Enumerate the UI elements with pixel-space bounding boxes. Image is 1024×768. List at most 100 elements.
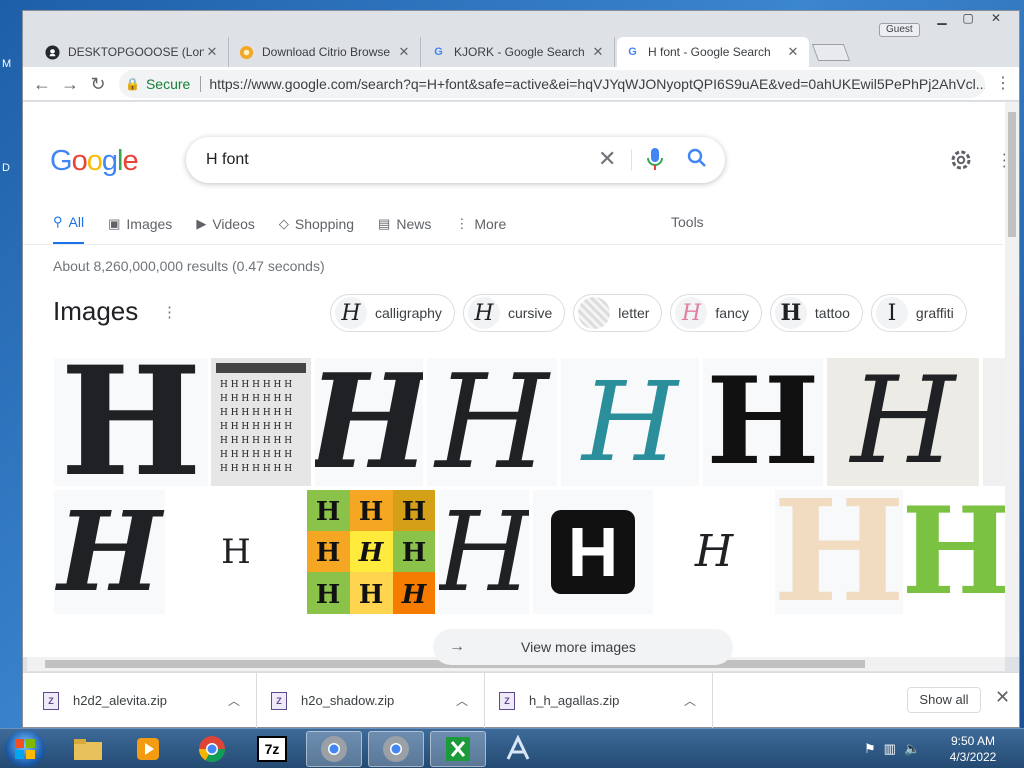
volume-icon[interactable]: 🔈	[904, 741, 920, 757]
address-bar[interactable]: 🔒 Secure https://www.google.com/search?q…	[119, 70, 985, 98]
tab-more[interactable]: ⋮ More	[455, 214, 506, 245]
chip-letter[interactable]: letter	[573, 294, 663, 332]
7zip-taskbar-button[interactable]: 7z	[244, 731, 300, 767]
url-text[interactable]: https://www.google.com/search?q=H+font&s…	[209, 76, 985, 92]
result-stats: About 8,260,000,000 results (0.47 second…	[53, 258, 325, 274]
google-logo[interactable]: Google	[50, 145, 139, 178]
folder-icon	[74, 739, 102, 760]
clock-date: 4/3/2022	[949, 750, 997, 764]
search-box[interactable]: H font ✕	[186, 137, 725, 183]
minimize-icon[interactable]: ▁	[929, 11, 955, 31]
image-result[interactable]: H	[427, 358, 557, 486]
mic-icon[interactable]	[646, 147, 664, 174]
download-item[interactable]: Z h_h_agallas.zip ︿	[499, 673, 713, 728]
chevron-up-icon[interactable]: ︿	[684, 692, 696, 709]
tab-close-icon[interactable]: ✕	[785, 44, 801, 60]
chip-thumbnail: I	[875, 297, 908, 329]
chip-fancy[interactable]: Hfancy	[670, 294, 762, 332]
tab-all[interactable]: ⚲ All	[53, 214, 85, 245]
tab-shopping[interactable]: ◇ Shopping	[279, 214, 354, 245]
media-player-taskbar-button[interactable]	[120, 731, 176, 767]
image-result[interactable]: H	[907, 490, 1005, 614]
tab-label: All	[68, 214, 85, 230]
search-input[interactable]: H font	[206, 151, 249, 169]
image-result[interactable]: H	[169, 490, 303, 614]
clear-icon[interactable]: ✕	[598, 146, 616, 172]
svg-text:H: H	[359, 497, 384, 527]
tab-citrio[interactable]: Download Citrio Browse ✕	[231, 37, 421, 67]
tab-news[interactable]: ▤ News	[378, 214, 431, 245]
chip-graffiti[interactable]: Igraffiti	[870, 294, 967, 332]
video-icon: ▶	[196, 215, 207, 231]
image-result[interactable]: H H H H H H H H H H H H H H H H H H H H H…	[211, 358, 311, 486]
tab-title: DESKTOPGOOOSE (Long	[68, 45, 204, 59]
image-result[interactable]: H	[533, 490, 653, 614]
browser-taskbar-button[interactable]	[306, 731, 362, 767]
tab-images[interactable]: ▣ Images	[108, 214, 172, 245]
image-result[interactable]: H	[703, 358, 823, 486]
image-result[interactable]: H	[439, 490, 529, 614]
desktop-fragment: M	[2, 58, 12, 70]
explorer-taskbar-button[interactable]	[60, 731, 116, 767]
tab-videos[interactable]: ▶ Videos	[196, 214, 255, 245]
show-all-button[interactable]: Show all	[907, 687, 981, 713]
search-icon[interactable]	[686, 147, 708, 172]
tab-title: H font - Google Search	[648, 45, 771, 59]
zip-file-icon: Z	[43, 691, 59, 710]
tab-label: Shopping	[294, 215, 355, 232]
browser-menu-icon[interactable]: ⋮	[995, 73, 1011, 93]
chip-tattoo[interactable]: Htattoo	[769, 294, 863, 332]
font-app-icon	[506, 735, 530, 760]
image-result[interactable]	[983, 358, 1005, 486]
vertical-scrollbar[interactable]	[1005, 102, 1019, 657]
action-center-icon[interactable]: ⚑	[864, 741, 876, 757]
image-result[interactable]: H	[827, 358, 979, 486]
image-result[interactable]: H	[775, 490, 903, 614]
download-shelf: Z h2d2_alevita.zip ︿ Z h2o_shadow.zip ︿ …	[23, 672, 1019, 728]
close-icon[interactable]: ✕	[995, 687, 1010, 708]
chip-calligraphy[interactable]: Hcalligraphy	[330, 294, 455, 332]
tab-kjork[interactable]: G KJORK - Google Search ✕	[423, 37, 615, 67]
tab-h-font[interactable]: G H font - Google Search ✕	[617, 37, 809, 67]
image-result[interactable]: H	[54, 490, 165, 614]
tab-close-icon[interactable]: ✕	[396, 44, 412, 60]
tab-desktopgoose[interactable]: DESKTOPGOOOSE (Long ✕	[37, 37, 229, 67]
image-result[interactable]: H	[561, 358, 699, 486]
svg-text:H: H	[316, 580, 341, 610]
chip-cursive[interactable]: Hcursive	[462, 294, 566, 332]
clock[interactable]: 9:50 AM 4/3/2022	[940, 733, 1006, 765]
tab-close-icon[interactable]: ✕	[204, 44, 220, 60]
media-player-icon	[137, 738, 159, 760]
svg-text:H: H	[401, 580, 428, 610]
new-tab-button[interactable]	[811, 44, 851, 61]
guest-badge[interactable]: Guest	[879, 23, 920, 37]
download-item[interactable]: Z h2d2_alevita.zip ︿	[43, 673, 257, 728]
view-more-images-button[interactable]: → View more images	[433, 629, 733, 665]
browser-taskbar-button[interactable]	[368, 731, 424, 767]
chrome-icon	[321, 736, 347, 762]
font-app-taskbar-button[interactable]	[490, 731, 546, 767]
download-item[interactable]: Z h2o_shadow.zip ︿	[271, 673, 485, 728]
chevron-up-icon[interactable]: ︿	[456, 692, 468, 709]
forward-icon[interactable]: →	[59, 73, 81, 95]
chrome-icon	[198, 736, 226, 763]
chevron-up-icon[interactable]: ︿	[228, 692, 240, 709]
image-result[interactable]: HHH HHH HHH	[307, 490, 435, 614]
close-window-icon[interactable]: ✕	[983, 11, 1009, 31]
images-options-icon[interactable]: ⋮	[162, 303, 177, 321]
image-result[interactable]: H	[657, 490, 771, 614]
image-result[interactable]: H	[54, 358, 208, 486]
tools-button[interactable]: Tools	[671, 214, 704, 230]
chrome-taskbar-button[interactable]	[184, 731, 240, 767]
reload-icon[interactable]: ↻	[87, 73, 109, 95]
excel-taskbar-button[interactable]	[430, 731, 486, 767]
maximize-icon[interactable]: ▢	[955, 11, 981, 31]
scrollbar-thumb[interactable]	[1008, 112, 1016, 237]
tab-close-icon[interactable]: ✕	[590, 44, 606, 60]
image-result[interactable]: H	[315, 358, 423, 486]
gear-icon[interactable]	[949, 148, 973, 175]
back-icon[interactable]: ←	[31, 73, 53, 95]
network-icon[interactable]: ▥	[884, 741, 896, 757]
svg-text:H H H H H H H: H H H H H H H	[220, 380, 292, 390]
start-button[interactable]	[5, 731, 45, 767]
